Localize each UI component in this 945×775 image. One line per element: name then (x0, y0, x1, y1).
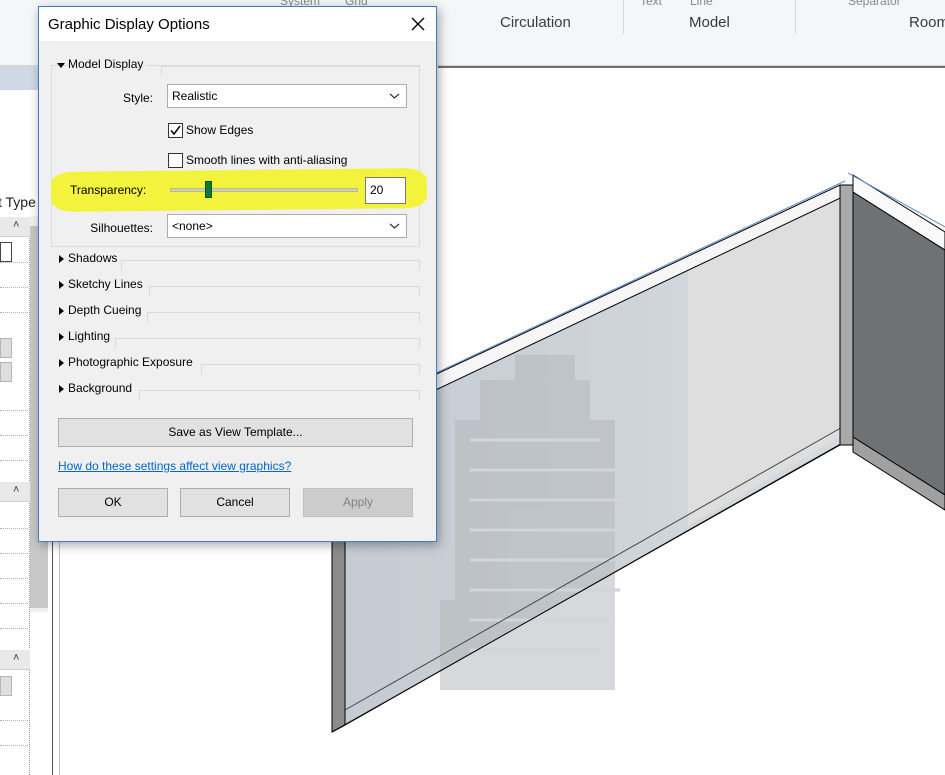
collapsed-triangle-icon (59, 385, 64, 393)
property-value-cell[interactable] (0, 362, 12, 382)
section-label: Lighting (68, 329, 114, 343)
transparency-input[interactable]: 20 (365, 177, 406, 204)
cancel-button[interactable]: Cancel (180, 488, 290, 517)
save-as-view-template-button[interactable]: Save as View Template... (58, 418, 413, 447)
close-icon (411, 17, 425, 31)
show-edges-checkbox-row[interactable]: Show Edges (168, 123, 288, 139)
collapse-arrow-icon: ˄ (13, 219, 20, 231)
dialog-title-bar[interactable]: Graphic Display Options (39, 7, 436, 41)
property-value-cell[interactable] (0, 338, 12, 358)
section-label: Depth Cueing (68, 303, 145, 317)
style-value: Realistic (172, 89, 218, 103)
section-background[interactable]: Background (51, 381, 420, 400)
transparency-label: Transparency: (70, 183, 147, 197)
property-grid-row (0, 628, 28, 629)
section-depth-cueing[interactable]: Depth Cueing (51, 303, 420, 322)
property-grid-row (0, 410, 28, 411)
ribbon-panel-circulation[interactable]: Circulation (500, 14, 571, 31)
section-shadows[interactable]: Shadows (51, 251, 420, 270)
ribbon-line-label[interactable]: Line (690, 0, 713, 8)
property-grid-row (0, 262, 28, 263)
silhouettes-dropdown[interactable]: <none> (167, 214, 407, 238)
building-balconies (470, 438, 630, 652)
ribbon-panel-model[interactable]: Model (689, 14, 730, 31)
category-collapse-row[interactable]: ˄ (0, 482, 30, 502)
transparency-slider-thumb[interactable] (205, 181, 212, 198)
property-grid-row (0, 460, 28, 461)
return-wall[interactable] (847, 172, 945, 511)
collapse-arrow-icon: ˄ (13, 652, 20, 664)
building-reflection (440, 355, 615, 690)
property-grid-row (0, 745, 28, 746)
section-photographic-exposure[interactable]: Photographic Exposure (51, 355, 420, 374)
collapse-arrow-icon: ˄ (13, 484, 20, 496)
style-label: Style: (122, 91, 153, 105)
property-grid-row (0, 528, 28, 529)
transparency-slider-track[interactable] (170, 188, 358, 192)
property-grid-row (0, 287, 28, 288)
section-label: Model Display (68, 57, 147, 71)
smooth-lines-checkbox-row[interactable]: Smooth lines with anti-aliasing (168, 153, 388, 169)
chevron-down-icon (389, 223, 400, 229)
smooth-lines-checkbox[interactable] (168, 153, 183, 168)
palette-tab-strip[interactable] (0, 66, 40, 90)
view-tab-border (438, 66, 945, 68)
show-edges-label: Show Edges (186, 123, 254, 137)
ok-button[interactable]: OK (58, 488, 168, 517)
collapsed-triangle-icon (59, 255, 64, 263)
property-grid-row (0, 435, 28, 436)
property-grid-row (0, 720, 28, 721)
chevron-down-icon (389, 93, 400, 99)
palette-frame-line (52, 540, 53, 775)
section-label: Shadows (68, 251, 121, 265)
property-grid-row (0, 312, 28, 313)
section-sketchy-lines[interactable]: Sketchy Lines (51, 277, 420, 296)
section-lighting[interactable]: Lighting (51, 329, 420, 348)
property-grid-column (0, 670, 30, 775)
property-grid-column (0, 238, 30, 483)
apply-button[interactable]: Apply (303, 488, 413, 517)
collapsed-triangle-icon (59, 307, 64, 315)
collapsed-triangle-icon (59, 359, 64, 367)
ribbon-separator-label[interactable]: Separator (848, 0, 901, 8)
category-collapse-row[interactable]: ˄ (0, 650, 30, 670)
edit-type-label[interactable]: t Type (0, 194, 36, 210)
dialog-title: Graphic Display Options (48, 16, 210, 33)
property-grid-row (0, 603, 28, 604)
ribbon-text-label[interactable]: Text (640, 0, 662, 8)
ribbon-divider (623, 0, 624, 34)
collapsed-triangle-icon (59, 333, 64, 341)
help-link[interactable]: How do these settings affect view graphi… (58, 459, 291, 473)
silhouettes-label: Silhouettes: (90, 221, 153, 235)
ribbon-panel-room[interactable]: Room (909, 14, 945, 31)
section-label: Sketchy Lines (68, 277, 146, 291)
property-grid-row (0, 578, 28, 579)
expanded-triangle-icon (57, 63, 65, 68)
silhouettes-value: <none> (172, 219, 213, 233)
property-grid-column (0, 503, 30, 648)
section-label: Photographic Exposure (68, 355, 196, 369)
smooth-lines-label: Smooth lines with anti-aliasing (186, 153, 348, 167)
section-model-display[interactable]: Model Display (51, 57, 420, 76)
close-button[interactable] (399, 7, 436, 41)
collapsed-triangle-icon (59, 281, 64, 289)
show-edges-checkbox[interactable] (168, 123, 183, 138)
ribbon-divider (795, 0, 796, 34)
category-collapse-row[interactable]: ˄ (0, 217, 30, 237)
checkmark-icon (170, 125, 181, 136)
graphic-display-options-dialog: Graphic Display Options Model Display St… (38, 6, 437, 542)
style-dropdown[interactable]: Realistic (167, 84, 407, 108)
section-label: Background (68, 381, 136, 395)
property-grid-row (0, 553, 28, 554)
